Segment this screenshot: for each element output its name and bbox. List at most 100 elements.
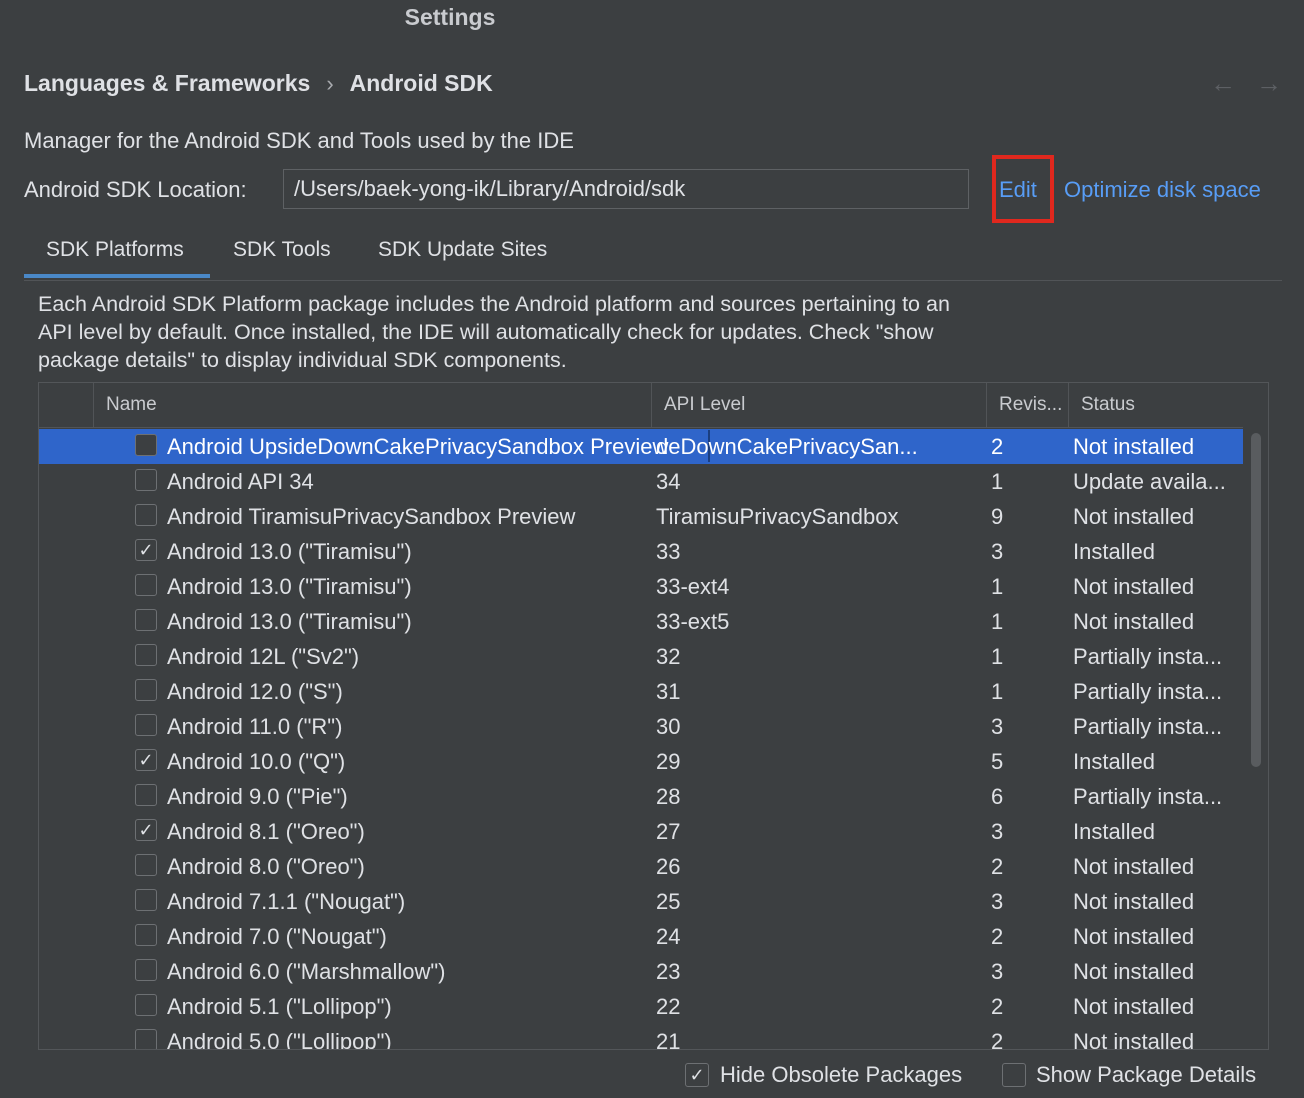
table-row[interactable]: Android 13.0 ("Tiramisu") 33-ext5 1 Not ins… bbox=[39, 604, 1243, 639]
row-checkbox[interactable] bbox=[135, 889, 157, 911]
row-status: Not installed bbox=[1073, 889, 1195, 914]
row-name: Android 7.0 ("Nougat") bbox=[167, 924, 387, 949]
row-checkbox[interactable] bbox=[135, 609, 157, 631]
row-name: Android 12.0 ("S") bbox=[167, 679, 343, 704]
row-api-level: 33-ext4 bbox=[656, 574, 730, 599]
row-checkbox[interactable] bbox=[135, 1029, 157, 1049]
active-tab-indicator bbox=[24, 274, 210, 278]
row-name: Android 13.0 ("Tiramisu") bbox=[167, 574, 412, 599]
row-checkbox[interactable] bbox=[135, 434, 157, 456]
row-name: Android 7.1.1 ("Nougat") bbox=[167, 889, 406, 914]
row-checkbox[interactable] bbox=[135, 784, 157, 806]
column-header-name[interactable]: Name bbox=[93, 383, 651, 427]
row-revision: 2 bbox=[991, 854, 1004, 879]
row-status: Not installed bbox=[1073, 1029, 1195, 1050]
row-status: Partially insta... bbox=[1073, 644, 1223, 669]
row-name: Android UpsideDownCakePrivacySandbox Pre… bbox=[167, 434, 669, 459]
table-row[interactable]: Android 7.1.1 ("Nougat") 25 3 Not installed bbox=[39, 884, 1243, 919]
row-checkbox[interactable]: ✓ bbox=[135, 749, 157, 771]
row-checkbox[interactable]: ✓ bbox=[135, 539, 157, 561]
panel-description-line: package details" to display individual S… bbox=[38, 348, 567, 372]
breadcrumb-parent[interactable]: Languages & Frameworks bbox=[24, 70, 310, 97]
row-checkbox[interactable] bbox=[135, 679, 157, 701]
check-icon: ✓ bbox=[689, 1065, 705, 1085]
edit-link[interactable]: Edit bbox=[999, 177, 1037, 203]
tab-sdk-platforms[interactable]: SDK Platforms bbox=[46, 238, 184, 262]
vertical-scrollbar[interactable] bbox=[1251, 433, 1261, 767]
row-status: Not installed bbox=[1073, 609, 1195, 634]
row-status: Not installed bbox=[1073, 924, 1195, 949]
back-arrow-icon[interactable]: ← bbox=[1210, 68, 1236, 99]
table-row[interactable]: Android 9.0 ("Pie") 28 6 Partially insta... bbox=[39, 779, 1243, 814]
row-checkbox[interactable] bbox=[135, 574, 157, 596]
table-row[interactable]: Android 7.0 ("Nougat") 24 2 Not installed bbox=[39, 919, 1243, 954]
row-revision: 3 bbox=[991, 714, 1004, 739]
table-row[interactable]: Android TiramisuPrivacySandbox Preview Ti… bbox=[39, 499, 1243, 534]
row-name: Android 9.0 ("Pie") bbox=[167, 784, 348, 809]
row-checkbox[interactable] bbox=[135, 854, 157, 876]
row-api-level: 31 bbox=[656, 679, 681, 704]
row-checkbox[interactable] bbox=[135, 994, 157, 1016]
row-api-level: 33 bbox=[656, 539, 681, 564]
row-checkbox[interactable] bbox=[135, 504, 157, 526]
row-status: Not installed bbox=[1073, 854, 1195, 879]
forward-arrow-icon[interactable]: → bbox=[1256, 68, 1282, 99]
column-header-revision[interactable]: Revis... bbox=[986, 383, 1068, 427]
row-api-level: 22 bbox=[656, 994, 681, 1019]
row-api-level: 26 bbox=[656, 854, 681, 879]
row-checkbox[interactable] bbox=[135, 644, 157, 666]
row-status: Update availa... bbox=[1073, 469, 1226, 494]
row-name: Android TiramisuPrivacySandbox Preview bbox=[167, 504, 576, 529]
table-row[interactable]: Android 13.0 ("Tiramisu") 33-ext4 1 Not ins… bbox=[39, 569, 1243, 604]
table-row[interactable]: Android UpsideDownCakePrivacySandbox Pre… bbox=[39, 429, 1243, 464]
column-header-status[interactable]: Status bbox=[1068, 383, 1243, 427]
tab-bar: SDK Platforms SDK Tools SDK Update Sites bbox=[24, 232, 1282, 281]
row-revision: 6 bbox=[991, 784, 1004, 809]
row-name: Android 5.1 ("Lollipop") bbox=[167, 994, 392, 1019]
row-revision: 9 bbox=[991, 504, 1004, 529]
row-api-level: 29 bbox=[656, 749, 681, 774]
sdk-location-field[interactable] bbox=[283, 169, 969, 209]
column-header-api-level[interactable]: API Level bbox=[651, 383, 986, 427]
breadcrumb: Languages & Frameworks › Android SDK bbox=[24, 70, 493, 97]
tab-sdk-update-sites[interactable]: SDK Update Sites bbox=[378, 238, 547, 262]
row-status: Not installed bbox=[1073, 574, 1195, 599]
table-row[interactable]: Android 12.0 ("S") 31 1 Partially insta... bbox=[39, 674, 1243, 709]
row-checkbox[interactable] bbox=[135, 469, 157, 491]
row-name: Android 13.0 ("Tiramisu") bbox=[167, 539, 412, 564]
table-row[interactable]: Android 5.0 ("Lollipop") 21 2 Not installed bbox=[39, 1024, 1243, 1050]
row-api-level: 25 bbox=[656, 889, 681, 914]
row-api-level: 24 bbox=[656, 924, 681, 949]
row-name: Android 10.0 ("Q") bbox=[167, 749, 346, 774]
row-revision: 3 bbox=[991, 819, 1004, 844]
table-row[interactable]: Android 12L ("Sv2") 32 1 Partially insta... bbox=[39, 639, 1243, 674]
table-row[interactable]: Android 6.0 ("Marshmallow") 23 3 Not instal… bbox=[39, 954, 1243, 989]
row-api-level: 27 bbox=[656, 819, 681, 844]
row-name: Android 13.0 ("Tiramisu") bbox=[167, 609, 412, 634]
panel-description-line: Each Android SDK Platform package includ… bbox=[38, 292, 950, 316]
table-row[interactable]: Android API 34 34 1 Update availa... bbox=[39, 464, 1243, 499]
row-checkbox[interactable] bbox=[135, 714, 157, 736]
row-revision: 5 bbox=[991, 749, 1004, 774]
show-details-label[interactable]: Show Package Details bbox=[1036, 1062, 1256, 1088]
table-row[interactable]: ✓ Android 13.0 ("Tiramisu") 33 3 Installed bbox=[39, 534, 1243, 569]
tab-sdk-tools[interactable]: SDK Tools bbox=[233, 238, 331, 262]
row-checkbox[interactable] bbox=[135, 924, 157, 946]
row-name: Android 5.0 ("Lollipop") bbox=[167, 1029, 392, 1050]
table-row[interactable]: Android 5.1 ("Lollipop") 22 2 Not installed bbox=[39, 989, 1243, 1024]
table-row[interactable]: ✓ Android 8.1 ("Oreo") 27 3 Installed bbox=[39, 814, 1243, 849]
sdk-location-label: Android SDK Location: bbox=[24, 177, 247, 202]
table-row[interactable]: ✓ Android 10.0 ("Q") 29 5 Installed bbox=[39, 744, 1243, 779]
row-revision: 2 bbox=[991, 434, 1004, 459]
optimize-disk-space-link[interactable]: Optimize disk space bbox=[1064, 177, 1261, 203]
row-checkbox[interactable]: ✓ bbox=[135, 819, 157, 841]
row-checkbox[interactable] bbox=[135, 959, 157, 981]
row-revision: 2 bbox=[991, 994, 1004, 1019]
table-row[interactable]: Android 11.0 ("R") 30 3 Partially insta... bbox=[39, 709, 1243, 744]
hide-obsolete-checkbox[interactable]: ✓ bbox=[685, 1063, 709, 1087]
table-row[interactable]: Android 8.0 ("Oreo") 26 2 Not installed bbox=[39, 849, 1243, 884]
show-details-checkbox[interactable] bbox=[1002, 1063, 1026, 1087]
hide-obsolete-label[interactable]: Hide Obsolete Packages bbox=[720, 1062, 962, 1088]
row-api-level: 33-ext5 bbox=[656, 609, 730, 634]
row-status: Not installed bbox=[1073, 959, 1195, 984]
